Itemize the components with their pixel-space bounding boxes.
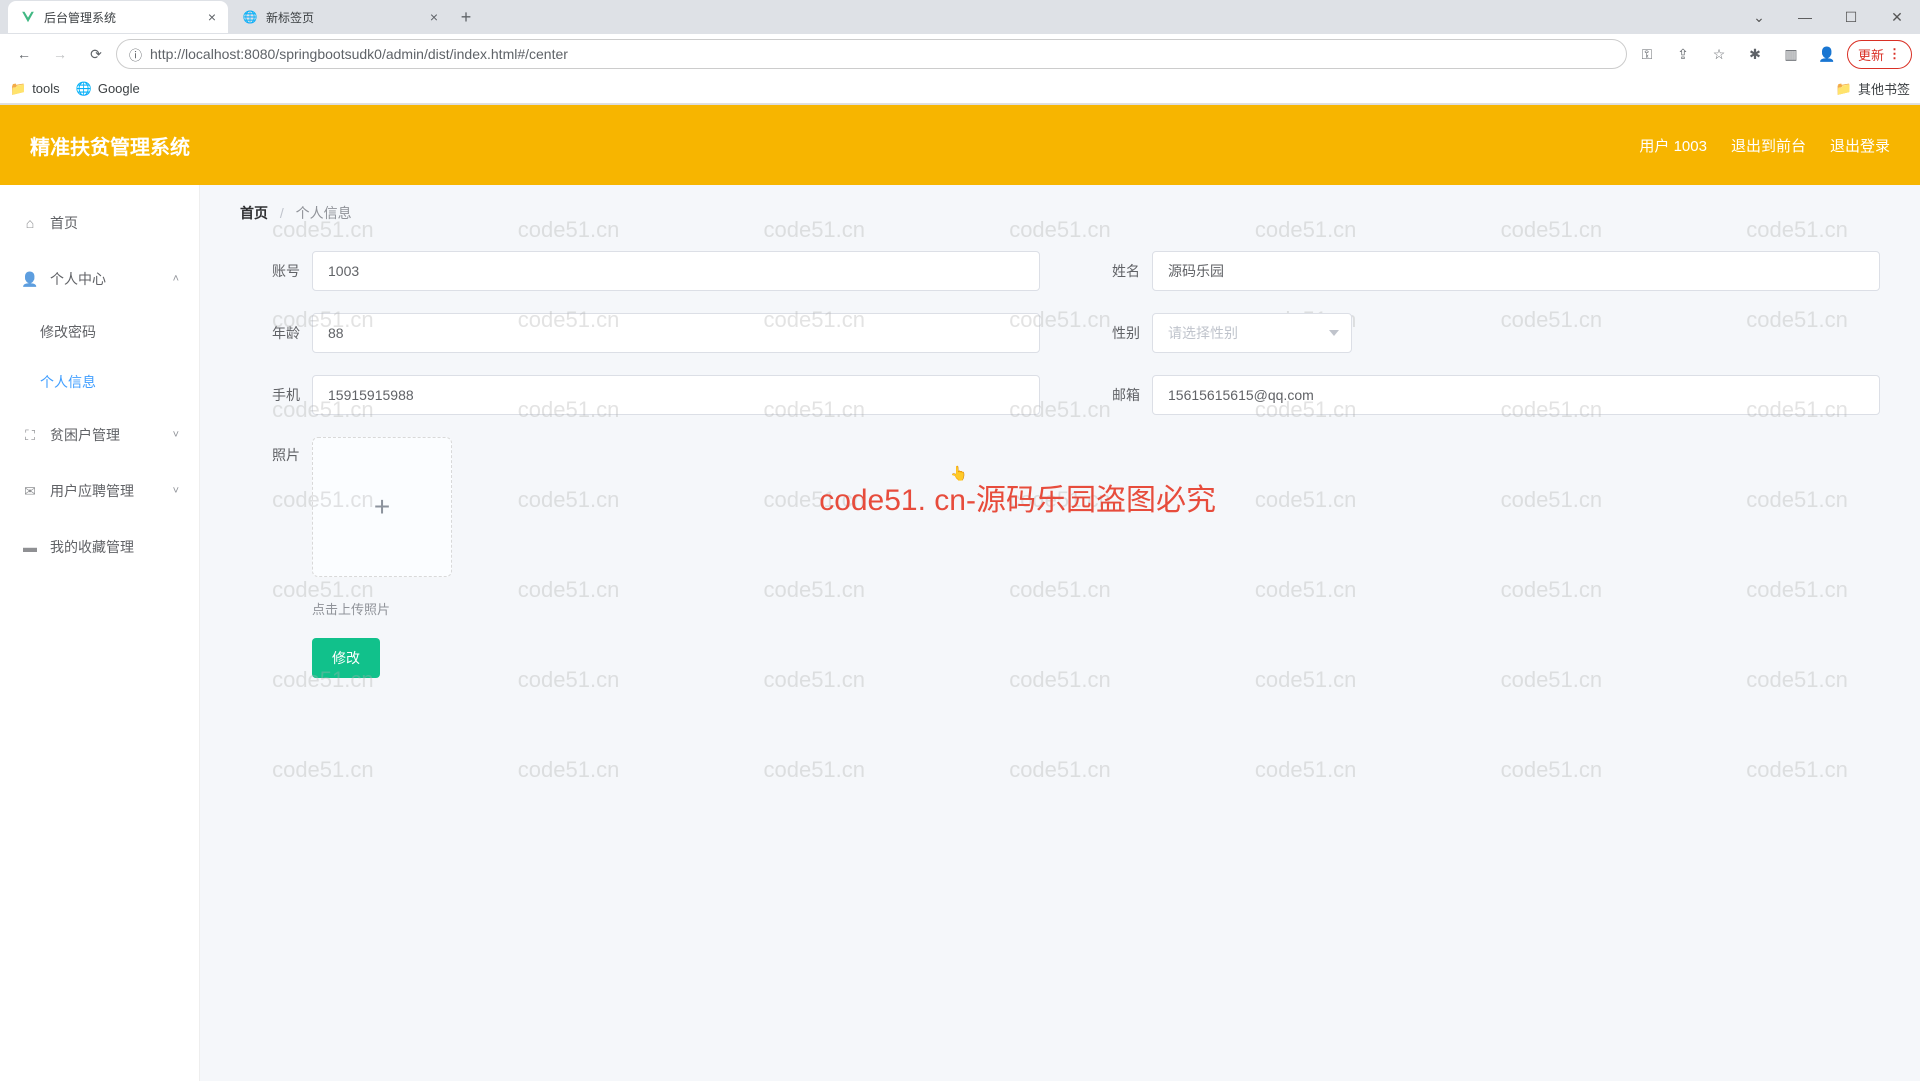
- sidebar-item-change-pwd[interactable]: 修改密码: [0, 307, 199, 357]
- account-input[interactable]: [312, 251, 1040, 291]
- header-logout[interactable]: 退出登录: [1830, 135, 1890, 156]
- tab-title: 后台管理系统: [44, 9, 116, 26]
- window-controls: ⌄ — ☐ ✕: [1736, 0, 1920, 34]
- maximize-icon[interactable]: ☐: [1828, 0, 1874, 34]
- home-icon: ⌂: [20, 215, 40, 231]
- key-icon[interactable]: ⚿: [1631, 38, 1663, 70]
- menu-dots-icon: ⋮: [1888, 46, 1901, 62]
- folder-icon: 📁: [10, 81, 26, 97]
- url-text: http://localhost:8080/springbootsudk0/ad…: [150, 46, 568, 62]
- name-input[interactable]: [1152, 251, 1880, 291]
- browser-tab-inactive[interactable]: 🌐 新标签页 ×: [230, 1, 450, 33]
- bookmark-icon: ▬: [20, 539, 40, 555]
- email-label: 邮箱: [1080, 385, 1140, 405]
- tab-close-icon[interactable]: ×: [430, 9, 438, 25]
- age-input[interactable]: [312, 313, 1040, 353]
- sidebar: ⌂ 首页 👤 个人中心 ˄ 修改密码 个人信息 ⛶ 贫困户管理 ˅ ✉ 用户应聘…: [0, 185, 200, 1081]
- address-bar: ← → ⟳ ⓘ http://localhost:8080/springboot…: [0, 34, 1920, 74]
- bookmark-other[interactable]: 📁其他书签: [1836, 79, 1910, 98]
- header-user[interactable]: 用户 1003: [1639, 135, 1707, 156]
- dropdown-icon[interactable]: ⌄: [1736, 0, 1782, 34]
- mail-icon: ✉: [20, 483, 40, 500]
- tab-title: 新标签页: [266, 9, 314, 26]
- browser-chrome: 后台管理系统 × 🌐 新标签页 × + ⌄ — ☐ ✕ ← → ⟳ ⓘ http…: [0, 0, 1920, 105]
- cursor-icon: 👆: [950, 465, 967, 482]
- globe-icon: 🌐: [242, 9, 258, 25]
- bookmark-google[interactable]: 🌐Google: [76, 81, 140, 97]
- sidebar-item-personal[interactable]: 👤 个人中心 ˄: [0, 251, 199, 307]
- sidebar-item-home[interactable]: ⌂ 首页: [0, 195, 199, 251]
- app-title: 精准扶贫管理系统: [30, 131, 190, 160]
- phone-label: 手机: [240, 385, 300, 405]
- info-icon: ⓘ: [129, 45, 142, 64]
- age-label: 年龄: [240, 323, 300, 343]
- sidebar-item-apply-mgmt[interactable]: ✉ 用户应聘管理 ˅: [0, 463, 199, 519]
- chevron-down-icon: ˅: [173, 429, 179, 441]
- sidebar-item-profile[interactable]: 个人信息: [0, 357, 199, 407]
- reload-button[interactable]: ⟳: [80, 38, 112, 70]
- panel-icon[interactable]: ▥: [1775, 38, 1807, 70]
- tab-bar: 后台管理系统 × 🌐 新标签页 × + ⌄ — ☐ ✕: [0, 0, 1920, 34]
- minimize-icon[interactable]: —: [1782, 0, 1828, 34]
- upload-tip: 点击上传照片: [312, 599, 1880, 618]
- gender-label: 性别: [1080, 323, 1140, 343]
- extensions-icon[interactable]: ✱: [1739, 38, 1771, 70]
- phone-input[interactable]: [312, 375, 1040, 415]
- account-label: 账号: [240, 261, 300, 281]
- expand-icon: ⛶: [20, 427, 40, 444]
- bookmark-bar: 📁tools 🌐Google 📁其他书签: [0, 74, 1920, 104]
- profile-icon[interactable]: 👤: [1811, 38, 1843, 70]
- breadcrumb-current: 个人信息: [296, 205, 352, 221]
- bookmark-tools[interactable]: 📁tools: [10, 81, 60, 97]
- chevron-down-icon: ˅: [173, 485, 179, 497]
- url-input[interactable]: ⓘ http://localhost:8080/springbootsudk0/…: [116, 39, 1627, 69]
- header-exit-front[interactable]: 退出到前台: [1731, 135, 1806, 156]
- gender-select[interactable]: 请选择性别: [1152, 313, 1352, 353]
- back-button[interactable]: ←: [8, 38, 40, 70]
- photo-upload[interactable]: +: [312, 437, 452, 577]
- app-header: 精准扶贫管理系统 用户 1003 退出到前台 退出登录: [0, 105, 1920, 185]
- chevron-up-icon: ˄: [173, 273, 179, 285]
- star-icon[interactable]: ☆: [1703, 38, 1735, 70]
- browser-tab-active[interactable]: 后台管理系统 ×: [8, 1, 228, 33]
- share-icon[interactable]: ⇪: [1667, 38, 1699, 70]
- sidebar-item-fav-mgmt[interactable]: ▬ 我的收藏管理: [0, 519, 199, 575]
- folder-icon: 📁: [1836, 81, 1852, 97]
- breadcrumb: 首页 / 个人信息: [200, 185, 1920, 241]
- new-tab-button[interactable]: +: [452, 3, 480, 31]
- photo-label: 照片: [240, 445, 300, 465]
- profile-form: 账号 姓名 年龄 性别 请选择性别: [200, 241, 1920, 688]
- update-button[interactable]: 更新⋮: [1847, 40, 1912, 69]
- plus-icon: +: [374, 491, 390, 523]
- breadcrumb-home[interactable]: 首页: [240, 205, 268, 221]
- tab-close-icon[interactable]: ×: [208, 9, 216, 25]
- name-label: 姓名: [1080, 261, 1140, 281]
- sidebar-item-poor-mgmt[interactable]: ⛶ 贫困户管理 ˅: [0, 407, 199, 463]
- submit-button[interactable]: 修改: [312, 638, 380, 678]
- close-icon[interactable]: ✕: [1874, 0, 1920, 34]
- forward-button[interactable]: →: [44, 38, 76, 70]
- vue-icon: [20, 9, 36, 25]
- email-input[interactable]: [1152, 375, 1880, 415]
- user-icon: 👤: [20, 271, 40, 288]
- main-content: code51.cncode51.cncode51.cncode51.cncode…: [200, 185, 1920, 1081]
- globe-icon: 🌐: [76, 81, 92, 97]
